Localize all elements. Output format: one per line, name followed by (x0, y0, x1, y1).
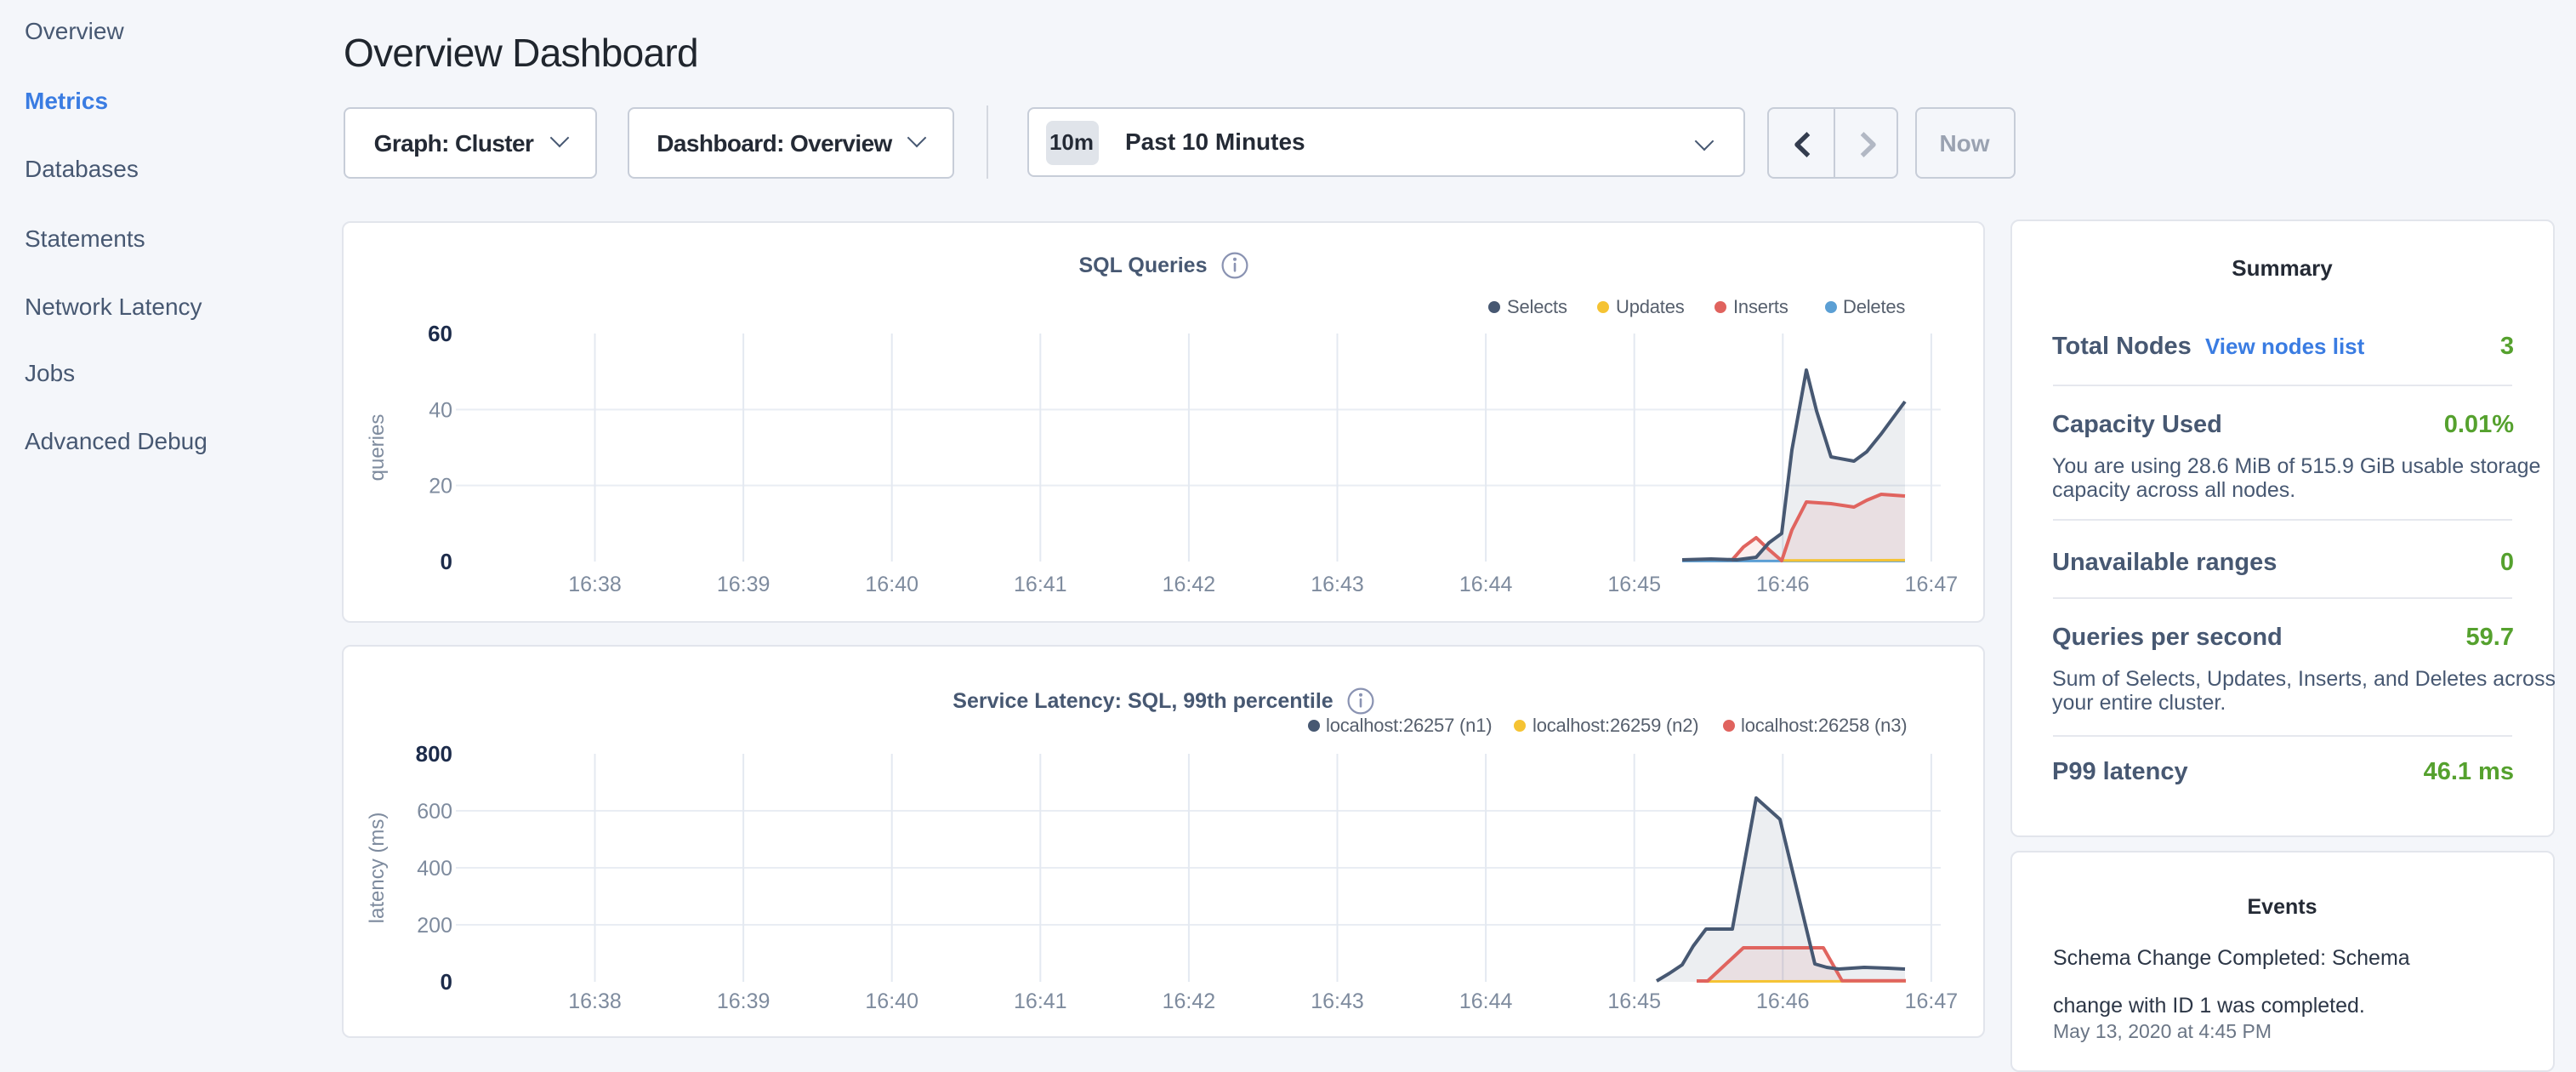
svg-text:400: 400 (417, 857, 452, 881)
svg-text:latency (ms): latency (ms) (366, 813, 389, 924)
svg-text:queries: queries (366, 413, 389, 481)
svg-text:16:39: 16:39 (717, 572, 771, 596)
svg-text:16:41: 16:41 (1014, 989, 1067, 1013)
svg-text:16:44: 16:44 (1459, 989, 1513, 1013)
svg-text:16:47: 16:47 (1905, 572, 1959, 596)
svg-text:0: 0 (441, 548, 452, 573)
svg-text:16:47: 16:47 (1905, 989, 1959, 1013)
svg-text:60: 60 (428, 320, 452, 345)
svg-text:800: 800 (416, 741, 452, 767)
svg-text:16:46: 16:46 (1756, 572, 1810, 596)
svg-text:0: 0 (441, 969, 452, 995)
svg-text:16:42: 16:42 (1163, 572, 1216, 596)
svg-text:16:42: 16:42 (1163, 989, 1216, 1013)
svg-text:16:38: 16:38 (568, 572, 622, 596)
svg-text:600: 600 (417, 800, 452, 824)
svg-text:16:39: 16:39 (717, 989, 771, 1013)
svg-text:16:45: 16:45 (1607, 572, 1661, 596)
svg-text:40: 40 (429, 397, 452, 421)
svg-text:16:40: 16:40 (865, 989, 918, 1013)
svg-text:16:46: 16:46 (1756, 989, 1810, 1013)
svg-text:16:44: 16:44 (1459, 572, 1513, 596)
svg-text:200: 200 (417, 914, 452, 938)
svg-text:16:43: 16:43 (1311, 572, 1364, 596)
svg-text:16:45: 16:45 (1607, 989, 1661, 1013)
svg-text:16:38: 16:38 (568, 989, 622, 1013)
svg-text:16:40: 16:40 (865, 572, 918, 596)
svg-text:16:43: 16:43 (1311, 989, 1364, 1013)
svg-text:16:41: 16:41 (1014, 572, 1067, 596)
svg-text:20: 20 (429, 474, 452, 498)
